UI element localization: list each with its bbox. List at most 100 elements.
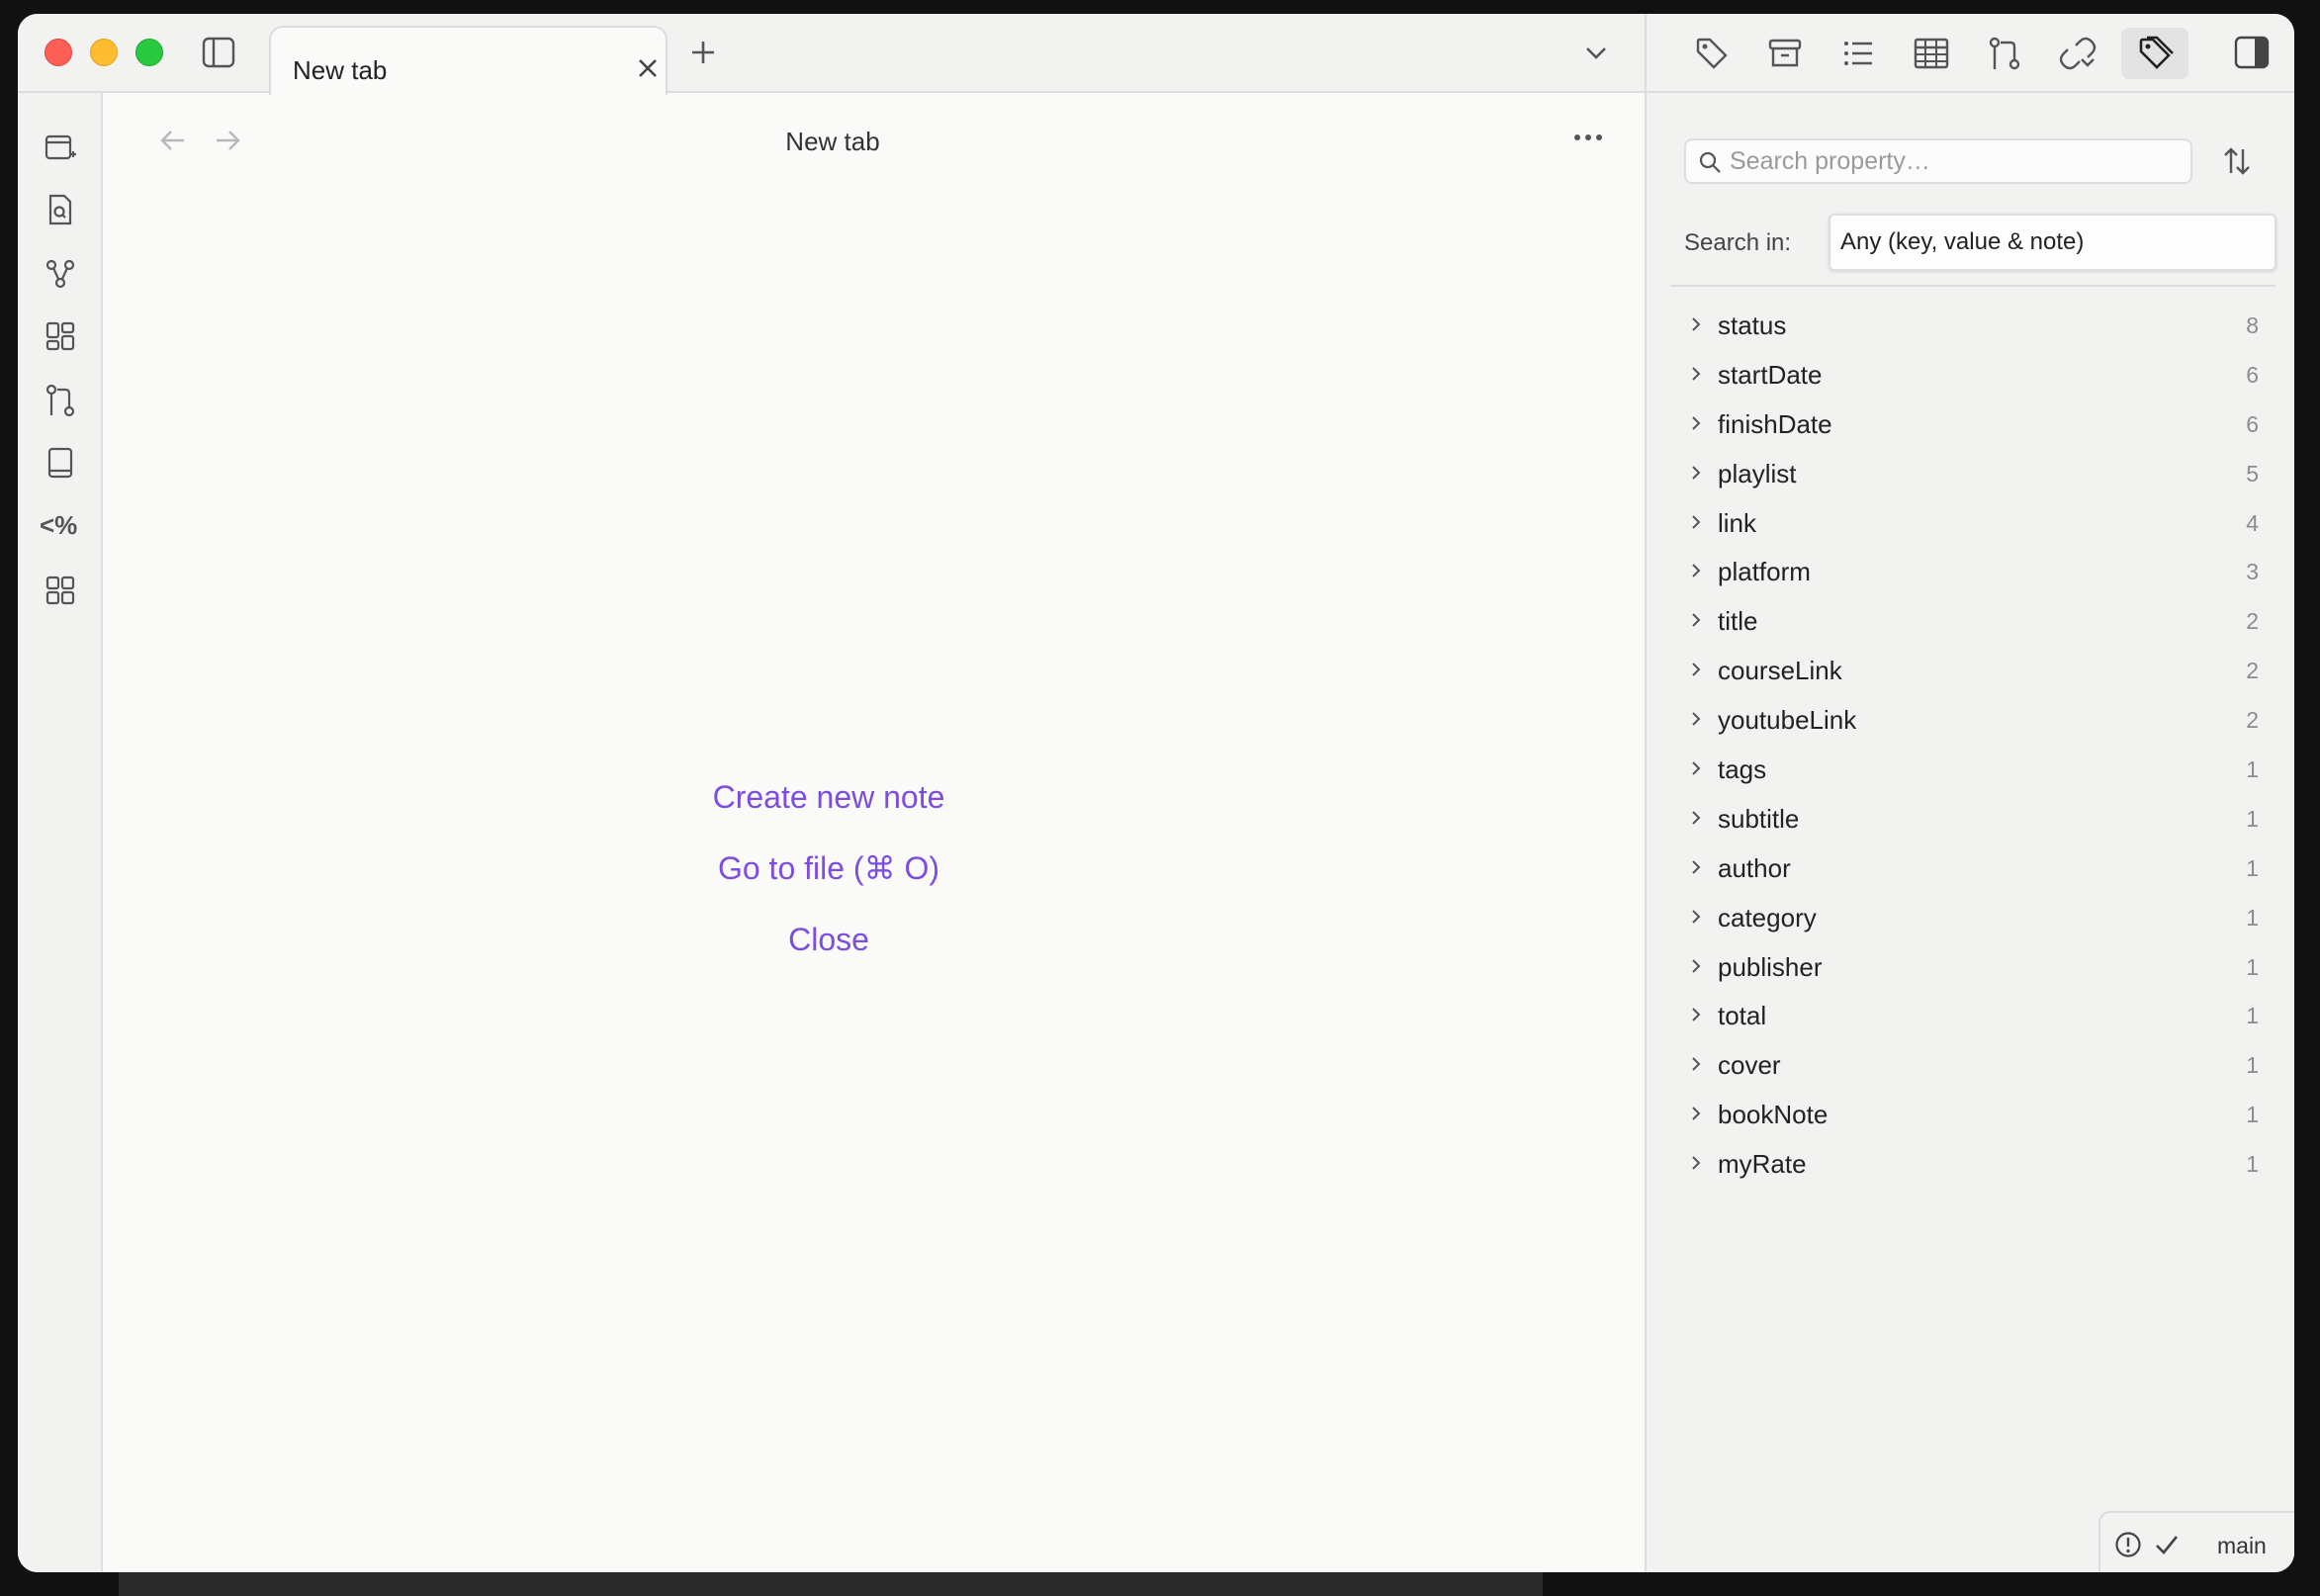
property-row[interactable]: platform 3 [1647,547,2294,596]
chevron-right-icon [1692,663,1701,676]
chevron-right-icon [1692,514,1701,529]
chevron-right-icon [1692,811,1701,825]
main-pane: New tab Create new note Go to file (⌘ O)… [105,95,1735,1572]
tab-title: New tab [293,55,388,85]
all-properties-tab[interactable] [2121,28,2188,79]
canvas-icon[interactable] [44,319,77,353]
go-to-file-link[interactable]: Go to file (⌘ O) [599,833,1058,904]
property-row[interactable]: youtubeLink 2 [1647,695,2294,745]
chevron-right-icon [1692,465,1701,480]
search-in-dropdown[interactable]: Any (key, value & note) [1829,214,2276,271]
zoom-window-button[interactable] [135,39,163,66]
chevron-right-icon [1692,958,1701,973]
property-count: 5 [2246,460,2259,487]
close-tab-icon[interactable] [637,57,659,79]
property-row[interactable]: startDate 6 [1647,350,2294,399]
property-name: bookNote [1718,1100,1829,1130]
tab-new-tab[interactable]: New tab [269,26,668,95]
status-bar: main [2098,1511,2294,1572]
property-row[interactable]: author 1 [1647,843,2294,893]
left-ribbon: <% [18,93,103,1572]
property-name: youtubeLink [1718,705,1857,736]
property-count: 1 [2246,953,2259,980]
property-name: publisher [1718,951,1823,982]
property-row[interactable]: finishDate 6 [1647,399,2294,449]
chevron-right-icon [1692,416,1701,430]
check-icon[interactable] [2154,1533,2180,1556]
property-count: 6 [2246,361,2259,388]
property-search-input[interactable] [1730,146,2185,176]
property-name: startDate [1718,359,1823,390]
property-row[interactable]: subtitle 1 [1647,794,2294,843]
git-icon[interactable] [44,384,77,417]
search-icon [1699,151,1721,173]
property-count: 4 [2246,509,2259,536]
property-search-box [1684,138,2192,184]
property-count: 1 [2246,1151,2259,1178]
property-row[interactable]: link 4 [1647,498,2294,548]
chevron-right-icon [1692,1008,1701,1022]
property-count: 6 [2246,410,2259,437]
chevron-right-icon [1692,613,1701,628]
property-row[interactable]: bookNote 1 [1647,1090,2294,1139]
file-search-icon[interactable] [44,193,77,226]
outline-list-icon[interactable] [1838,34,1878,73]
property-name: courseLink [1718,656,1842,686]
minimize-window-button[interactable] [90,39,118,66]
sort-icon[interactable] [2222,146,2252,176]
tab-list-chevron-down-icon[interactable] [1584,44,1608,63]
backlinks-icon[interactable] [2058,34,2097,73]
left-sidebar-toggle-icon[interactable] [202,37,235,68]
property-row[interactable]: status 8 [1647,301,2294,350]
chevron-right-icon [1692,1107,1701,1120]
chevron-right-icon [1692,1057,1701,1072]
property-count: 1 [2246,854,2259,881]
title-bar: New tab [18,14,1645,95]
close-window-button[interactable] [45,39,72,66]
property-row[interactable]: title 2 [1647,596,2294,646]
property-row[interactable]: publisher 1 [1647,942,2294,992]
more-options-icon[interactable] [1573,131,1603,144]
property-row[interactable]: total 1 [1647,991,2294,1040]
chevron-right-icon [1692,860,1701,874]
git-compare-icon[interactable] [1985,34,2024,73]
property-name: cover [1718,1050,1781,1081]
new-tab-plus-icon[interactable] [690,40,716,65]
create-new-note-link[interactable]: Create new note [599,761,1058,833]
property-row[interactable]: courseLink 2 [1647,646,2294,695]
right-sidebar-header [1645,14,2294,93]
property-row[interactable]: cover 1 [1647,1040,2294,1090]
book-icon[interactable] [44,446,77,480]
alert-circle-icon[interactable] [2114,1531,2142,1558]
property-row[interactable]: playlist 5 [1647,449,2294,498]
property-row[interactable]: myRate 1 [1647,1139,2294,1189]
property-name: link [1718,507,1757,538]
chevron-right-icon [1692,564,1701,578]
property-name: subtitle [1718,803,1800,834]
close-link[interactable]: Close [599,904,1058,975]
templater-icon[interactable]: <% [40,510,77,541]
property-row[interactable]: tags 1 [1647,745,2294,794]
property-count: 2 [2246,707,2259,734]
property-count: 1 [2246,904,2259,931]
git-branch-label[interactable]: main [2217,1533,2267,1559]
app-window: New tab <% New tab Create new note Go to… [18,14,2294,1572]
property-count: 1 [2246,1102,2259,1128]
tags-icon[interactable] [1692,34,1732,73]
table-icon[interactable] [1912,34,1951,73]
chevron-right-icon [1692,1156,1701,1170]
chevron-right-icon [1692,367,1701,381]
property-count: 1 [2246,805,2259,832]
property-row[interactable]: category 1 [1647,893,2294,942]
dashboard-icon[interactable] [44,574,77,607]
property-count: 1 [2246,756,2259,783]
chevron-right-icon [1692,712,1701,726]
chevron-right-icon [1692,761,1701,775]
right-sidebar-toggle-icon[interactable] [2234,36,2270,69]
archive-icon[interactable] [1765,34,1805,73]
property-list: status 8 startDate 6 finishDate 6 playlist 5 lin… [1647,301,2294,1189]
property-name: finishDate [1718,408,1832,439]
graph-icon[interactable] [44,257,77,291]
all-properties-panel: Search in: Any (key, value & note) statu… [1645,93,2294,1572]
property-count: 1 [2246,1052,2259,1079]
